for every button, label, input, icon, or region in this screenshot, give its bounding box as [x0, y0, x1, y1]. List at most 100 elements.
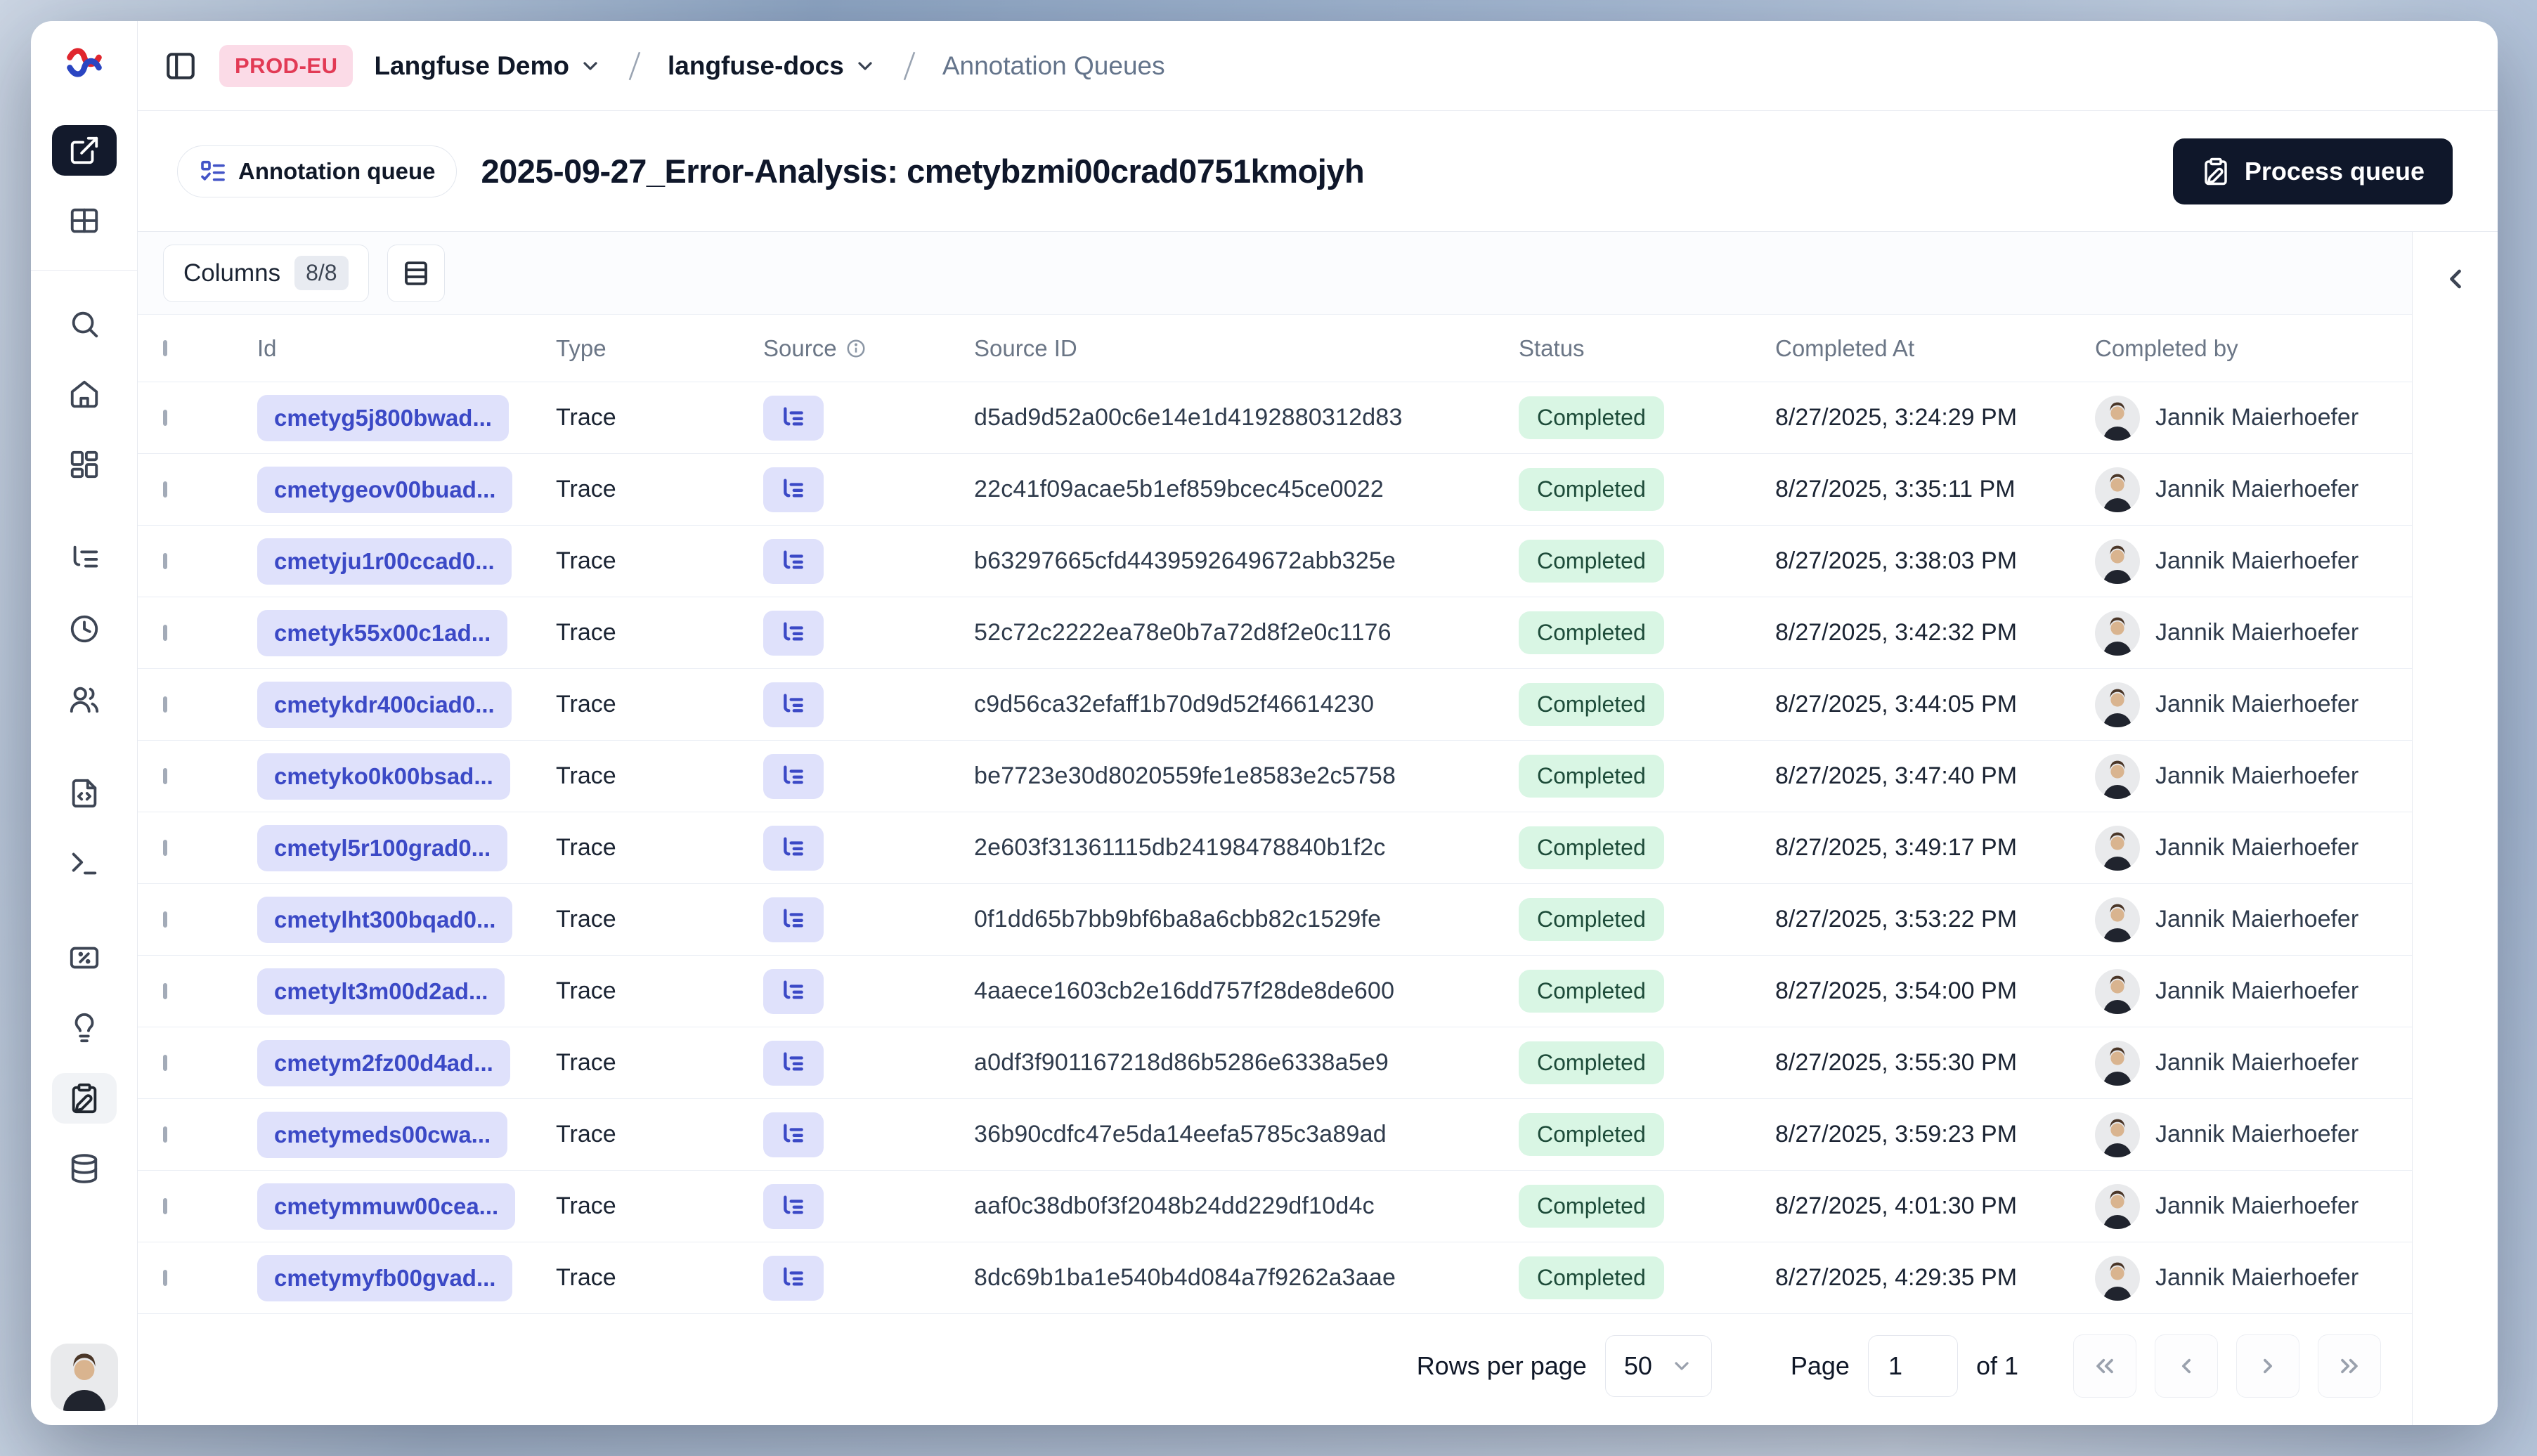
previous-page-button[interactable] [2155, 1334, 2218, 1398]
table-row[interactable]: cmetymyfb00gvad... Trace 8dc69b1ba1e540b… [138, 1242, 2412, 1314]
row-checkbox[interactable] [163, 1269, 167, 1286]
open-source-trace-button[interactable] [763, 1183, 824, 1229]
open-source-trace-button[interactable] [763, 1112, 824, 1157]
langfuse-logo[interactable] [63, 41, 106, 84]
item-id-link[interactable]: cmetylt3m00d2ad... [257, 968, 505, 1015]
sidebar-item-search[interactable] [52, 299, 117, 349]
row-checkbox[interactable] [163, 911, 167, 928]
sidebar-item-lightbulb[interactable] [52, 1003, 117, 1053]
expand-panel-button[interactable] [2440, 257, 2471, 302]
row-checkbox[interactable] [163, 982, 167, 999]
breadcrumb-current-page[interactable]: Annotation Queues [942, 51, 1165, 81]
row-checkbox[interactable] [163, 481, 167, 498]
last-page-button[interactable] [2318, 1334, 2381, 1398]
item-id-link[interactable]: cmetyl5r100grad0... [257, 824, 508, 871]
chevrons-left-icon [2096, 1358, 2113, 1374]
sidebar-item-trace-tree[interactable] [52, 533, 117, 584]
table-row[interactable]: cmetykdr400ciad0... Trace c9d56ca32efaff… [138, 669, 2412, 741]
project-switcher[interactable]: langfuse-docs [668, 51, 876, 81]
row-checkbox[interactable] [163, 552, 167, 569]
open-source-trace-button[interactable] [763, 610, 824, 656]
column-header-completed-at: Completed At [1775, 334, 1915, 361]
column-header-source-id: Source ID [974, 334, 1077, 361]
table-row[interactable]: cmetyl5r100grad0... Trace 2e603f31361115… [138, 812, 2412, 884]
open-source-trace-button[interactable] [763, 467, 824, 512]
columns-button[interactable]: Columns 8/8 [163, 244, 369, 302]
item-id-link[interactable]: cmetymmuw00cea... [257, 1183, 516, 1230]
trace-tree-icon [784, 694, 803, 712]
open-source-trace-button[interactable] [763, 753, 824, 799]
sidebar-item-external-link[interactable] [51, 125, 117, 176]
completed-by-avatar [2095, 467, 2140, 512]
external-link-icon [70, 136, 98, 164]
open-source-trace-button[interactable] [763, 825, 824, 871]
sidebar-item-table-grid[interactable] [52, 195, 117, 246]
row-checkbox[interactable] [163, 1126, 167, 1143]
rows-per-page-select[interactable]: 50 [1604, 1335, 1712, 1397]
sidebar-toggle-button[interactable] [163, 48, 198, 84]
user-avatar[interactable] [50, 1344, 118, 1411]
item-id-link[interactable]: cmetyju1r00ccad0... [257, 538, 512, 585]
open-source-trace-button[interactable] [763, 682, 824, 727]
table-row[interactable]: cmetyju1r00ccad0... Trace b63297665cfd44… [138, 526, 2412, 597]
row-checkbox[interactable] [163, 839, 167, 856]
sidebar-item-clock[interactable] [52, 604, 117, 654]
row-checkbox[interactable] [163, 1054, 167, 1071]
sidebar-item-home[interactable] [52, 369, 117, 420]
item-id-link[interactable]: cmetymeds00cwa... [257, 1111, 508, 1158]
first-page-button[interactable] [2073, 1334, 2136, 1398]
item-id-link[interactable]: cmetyk55x00c1ad... [257, 609, 508, 656]
table-row[interactable]: cmetym2fz00d4ad... Trace a0df3f901167218… [138, 1027, 2412, 1099]
table-body: cmetyg5j800bwad... Trace d5ad9d52a00c6e1… [138, 382, 2412, 1314]
table-row[interactable]: cmetyko0k00bsad... Trace be7723e30d80205… [138, 741, 2412, 812]
item-id-link[interactable]: cmetylht300bqad0... [257, 896, 513, 943]
process-queue-button[interactable]: Process queue [2172, 138, 2453, 204]
table-row[interactable]: cmetylt3m00d2ad... Trace 4aaece1603cb2e1… [138, 956, 2412, 1027]
source-id: 2e603f31361115db24198478840b1f2c [974, 834, 1386, 861]
chevron-left-icon [2182, 1358, 2191, 1374]
row-checkbox[interactable] [163, 1197, 167, 1214]
table-row[interactable]: cmetyg5j800bwad... Trace d5ad9d52a00c6e1… [138, 382, 2412, 454]
next-page-button[interactable] [2236, 1334, 2299, 1398]
table-row[interactable]: cmetyk55x00c1ad... Trace 52c72c2222ea78e… [138, 597, 2412, 669]
sidebar-item-code-file[interactable] [52, 768, 117, 819]
sidebar-item-users[interactable] [52, 674, 117, 724]
completed-at: 8/27/2025, 3:49:17 PM [1775, 834, 2018, 861]
sidebar-item-clipboard-pen[interactable] [51, 1073, 117, 1124]
process-queue-button-label: Process queue [2244, 156, 2425, 186]
home-icon [70, 380, 98, 408]
sidebar-item-database[interactable] [52, 1143, 117, 1194]
status-badge: Completed [1519, 1113, 1664, 1156]
open-source-trace-button[interactable] [763, 1255, 824, 1301]
row-checkbox[interactable] [163, 409, 167, 426]
item-id-link[interactable]: cmetymyfb00gvad... [257, 1254, 513, 1301]
info-icon[interactable] [845, 338, 867, 359]
row-height-button[interactable] [387, 244, 445, 302]
open-source-trace-button[interactable] [763, 968, 824, 1014]
table-row[interactable]: cmetygeov00buad... Trace 22c41f09acae5b1… [138, 454, 2412, 526]
open-source-trace-button[interactable] [763, 1040, 824, 1086]
clipboard-pen-icon [2205, 157, 2227, 185]
row-checkbox[interactable] [163, 624, 167, 641]
sidebar-item-terminal[interactable] [52, 838, 117, 889]
sidebar-item-percent-card[interactable] [52, 932, 117, 983]
item-id-link[interactable]: cmetym2fz00d4ad... [257, 1039, 510, 1086]
select-all-checkbox[interactable] [163, 339, 167, 356]
table-row[interactable]: cmetylht300bqad0... Trace 0f1dd65b7bb9bf… [138, 884, 2412, 956]
table-row[interactable]: cmetymmuw00cea... Trace aaf0c38db0f3f204… [138, 1171, 2412, 1242]
page-number-input[interactable] [1867, 1335, 1958, 1397]
table-row[interactable]: cmetymeds00cwa... Trace 36b90cdfc47e5da1… [138, 1099, 2412, 1171]
item-id-link[interactable]: cmetyko0k00bsad... [257, 753, 510, 800]
completed-at: 8/27/2025, 3:42:32 PM [1775, 619, 2018, 646]
item-id-link[interactable]: cmetyg5j800bwad... [257, 394, 509, 441]
trace-tree-icon [784, 479, 803, 497]
row-checkbox[interactable] [163, 767, 167, 784]
sidebar-item-dashboard[interactable] [52, 439, 117, 490]
open-source-trace-button[interactable] [763, 538, 824, 584]
open-source-trace-button[interactable] [763, 897, 824, 942]
item-id-link[interactable]: cmetygeov00buad... [257, 466, 513, 513]
open-source-trace-button[interactable] [763, 395, 824, 441]
item-id-link[interactable]: cmetykdr400ciad0... [257, 681, 512, 728]
org-switcher[interactable]: Langfuse Demo [374, 51, 602, 81]
row-checkbox[interactable] [163, 696, 167, 713]
